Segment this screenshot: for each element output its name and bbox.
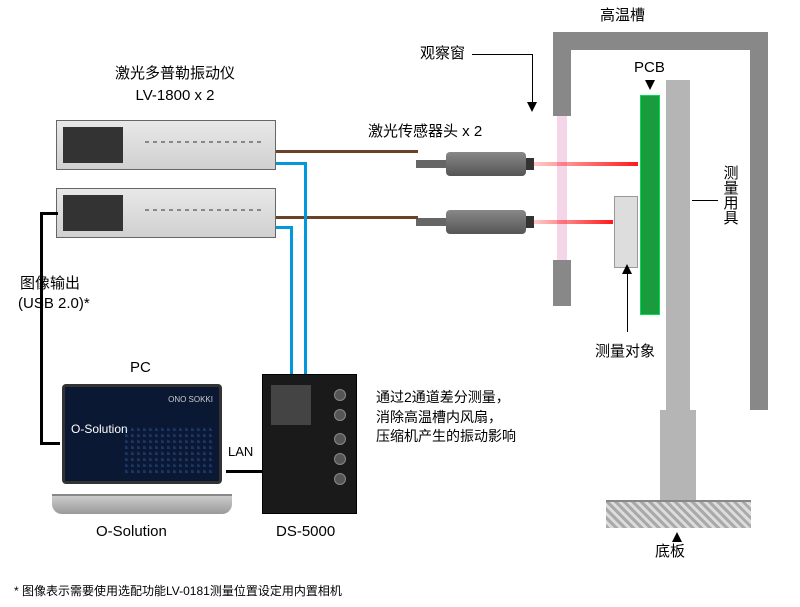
label-vibrometer-model: LV-1800 x 2 <box>90 86 260 106</box>
ds5000-unit <box>262 374 357 514</box>
arrow-base <box>672 532 682 542</box>
label-pc: PC <box>130 358 151 378</box>
chamber-frame-left-upper <box>553 50 571 116</box>
measurement-object <box>614 196 638 268</box>
chamber-frame-top <box>553 32 768 50</box>
label-vibrometer-title: 激光多普勒振动仪 <box>90 64 260 84</box>
label-fixture: 测量用具 <box>720 165 740 225</box>
cable-usb-v <box>40 214 43 444</box>
ds5000-port-2 <box>334 409 346 421</box>
laptop-waveform-graphic <box>125 425 215 475</box>
label-meas-obj: 测量对象 <box>595 342 655 362</box>
label-window: 观察窗 <box>420 44 465 64</box>
callout-measobj-v <box>627 272 628 332</box>
lv1800-unit-1 <box>56 120 276 170</box>
observation-window <box>557 116 567 260</box>
label-osolution: O-Solution <box>96 522 167 542</box>
desc-line-1: 通过2通道差分测量， <box>376 388 516 408</box>
laser-sensor-head-1 <box>446 152 526 176</box>
label-lan: LAN <box>228 444 253 461</box>
base-plate <box>606 500 751 528</box>
ds5000-port-1 <box>334 389 346 401</box>
fixture-column <box>666 80 690 410</box>
chamber-frame-right <box>750 50 768 410</box>
cable-sensor-1 <box>276 150 418 153</box>
callout-window-h <box>472 54 532 55</box>
callout-window-v <box>532 54 533 104</box>
label-base: 底板 <box>655 542 685 562</box>
label-chamber: 高温槽 <box>600 6 645 26</box>
ds5000-port-5 <box>334 473 346 485</box>
description-block: 通过2通道差分测量， 消除高温槽内风扇， 压缩机产生的振动影响 <box>376 388 516 447</box>
label-pcb: PCB <box>634 58 665 78</box>
fixture-post <box>660 410 696 500</box>
desc-line-3: 压缩机产生的振动影响 <box>376 427 516 447</box>
laptop: ONO SOKKI O-Solution <box>52 384 232 514</box>
laser-beam-1 <box>533 162 638 166</box>
laser-beam-2 <box>533 220 613 224</box>
ds5000-port-4 <box>334 453 346 465</box>
pcb-board <box>640 95 660 315</box>
label-ds5000: DS-5000 <box>276 522 335 542</box>
ds5000-port-3 <box>334 433 346 445</box>
arrow-pcb <box>645 80 655 90</box>
arrow-measobj <box>622 264 632 274</box>
cable-usb-h1 <box>40 212 58 215</box>
cable-sensor-2 <box>276 216 418 219</box>
arrow-window <box>527 102 537 112</box>
desc-line-2: 消除高温槽内风扇， <box>376 408 516 428</box>
callout-fixture <box>692 200 718 201</box>
cable-blue-1b <box>304 162 307 390</box>
lv1800-unit-2 <box>56 188 276 238</box>
laptop-base <box>52 494 232 514</box>
chamber-frame-left-lower <box>553 260 571 306</box>
laptop-screen: ONO SOKKI O-Solution <box>62 384 222 484</box>
label-image-out-2: (USB 2.0)* <box>18 294 90 314</box>
label-image-out-1: 图像输出 <box>20 274 80 294</box>
ds5000-screen <box>271 385 311 425</box>
cable-blue-1a <box>276 162 304 165</box>
diagram-canvas: ONO SOKKI O-Solution 高温槽 观察窗 激光多普勒振动仪 LV… <box>0 0 800 607</box>
cable-blue-2a <box>276 226 290 229</box>
label-sensor-heads: 激光传感器头 x 2 <box>368 122 482 142</box>
laser-sensor-head-2 <box>446 210 526 234</box>
footnote: * 图像表示需要使用选配功能LV-0181测量位置设定用内置相机 <box>14 582 342 599</box>
laptop-brand: ONO SOKKI <box>71 395 213 404</box>
